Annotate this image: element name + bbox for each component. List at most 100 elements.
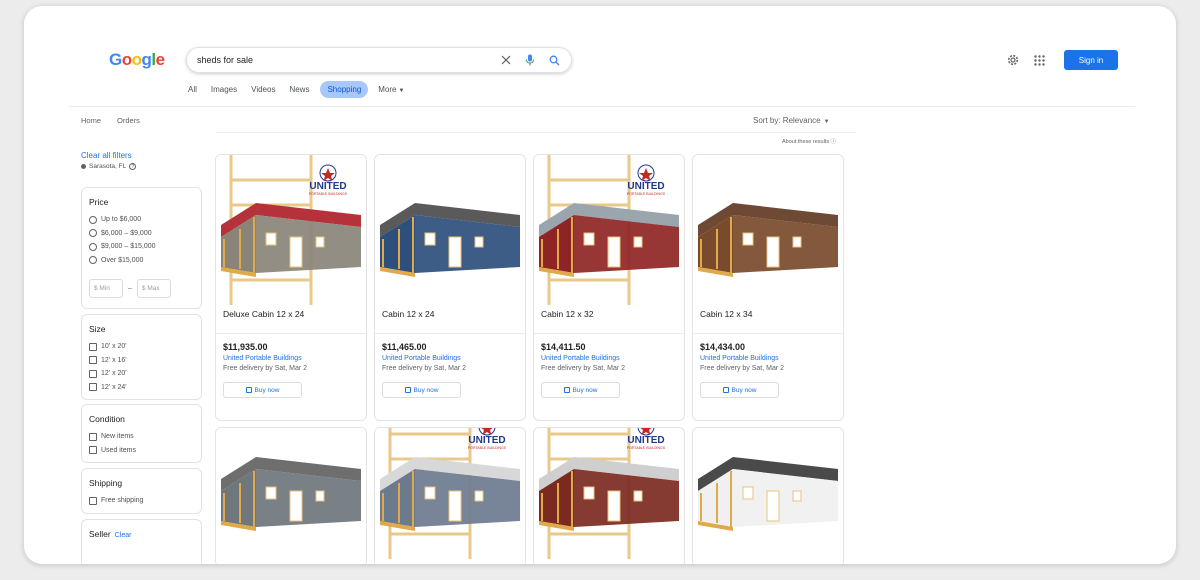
brand-badge: UNITED PORTABLE BUILDINGS (309, 164, 348, 196)
product-image[interactable] (375, 155, 525, 333)
header-actions: Sign in (1006, 50, 1118, 70)
condition-option[interactable]: Used items (89, 444, 194, 458)
product-card[interactable] (215, 427, 367, 564)
price-option[interactable]: Up to $6,000 (89, 213, 194, 227)
price-option[interactable]: $9,000 – $15,000 (89, 240, 194, 254)
product-price: $14,411.50 (541, 342, 586, 352)
product-card[interactable] (692, 427, 844, 564)
seller-filter: Seller Clear (81, 519, 202, 564)
product-image[interactable]: UNITED PORTABLE BUILDINGS (534, 428, 684, 564)
condition-option-label: Used items (101, 446, 137, 454)
product-image[interactable]: UNITED PORTABLE BUILDINGS (534, 155, 684, 333)
svg-text:UNITED: UNITED (627, 181, 664, 192)
size-filter-title: Size (89, 324, 106, 334)
checkbox[interactable] (89, 342, 97, 351)
product-seller-link[interactable]: United Portable Buildings (700, 355, 836, 362)
google-logo[interactable]: Google (109, 50, 165, 70)
checkbox[interactable] (89, 383, 97, 392)
size-option[interactable]: 12' x 20' (89, 367, 194, 381)
price-range: $ Min – $ Max (89, 279, 194, 298)
tab-videos[interactable]: Videos (251, 81, 275, 98)
clear-icon[interactable] (499, 53, 513, 67)
product-image[interactable] (216, 428, 366, 564)
search-input[interactable] (197, 55, 489, 65)
search-icon[interactable] (547, 53, 561, 67)
product-card[interactable]: Cabin 12 x 24 $11,465.00 United Portable… (374, 154, 526, 421)
size-option[interactable]: 10' x 20' (89, 340, 194, 354)
svg-text:PORTABLE BUILDINGS: PORTABLE BUILDINGS (468, 446, 507, 450)
microphone-icon[interactable] (523, 53, 537, 67)
shed-image-icon: UNITED PORTABLE BUILDINGS (539, 155, 679, 305)
tab-news[interactable]: News (289, 81, 309, 98)
caret-down-icon: ▼ (398, 88, 405, 94)
browser-frame: Google All Images Videos News Shopping M… (24, 6, 1176, 564)
shopping-bag-icon (404, 387, 411, 393)
tab-shopping[interactable]: Shopping (320, 81, 369, 98)
checkbox[interactable] (89, 356, 97, 365)
product-image[interactable]: UNITED PORTABLE BUILDINGS (216, 155, 366, 333)
help-icon[interactable]: ? (129, 163, 137, 170)
svg-text:PORTABLE BUILDINGS: PORTABLE BUILDINGS (627, 192, 666, 196)
shipping-option[interactable]: Free shipping (89, 494, 194, 508)
home-link[interactable]: Home (81, 116, 101, 125)
location-indicator: Sarasota, FL ? (81, 163, 137, 170)
gear-icon[interactable] (1006, 53, 1020, 67)
apps-grid-icon[interactable] (1032, 53, 1046, 67)
sort-dropdown[interactable]: Sort by: Relevance ▼ (753, 116, 830, 125)
shed-image-icon: UNITED PORTABLE BUILDINGS (539, 428, 679, 559)
product-card[interactable]: UNITED PORTABLE BUILDINGS Cabin 12 x 32 … (533, 154, 685, 421)
product-card[interactable]: UNITED PORTABLE BUILDINGS (533, 427, 685, 564)
max-price-input[interactable]: $ Max (136, 279, 171, 298)
radio-button[interactable] (89, 229, 97, 238)
brand-badge: UNITED PORTABLE BUILDINGS (468, 428, 507, 450)
buy-now-button[interactable]: Buy now (700, 382, 779, 398)
price-filter-title: Price (89, 197, 109, 207)
size-option[interactable]: 12' x 16' (89, 354, 194, 368)
search-box[interactable] (186, 47, 572, 73)
shipping-option-label: Free shipping (101, 497, 144, 505)
product-card[interactable]: Cabin 12 x 34 $14,434.00 United Portable… (692, 154, 844, 421)
product-seller-link[interactable]: United Portable Buildings (223, 355, 359, 362)
results-divider (216, 132, 856, 133)
sign-in-button[interactable]: Sign in (1064, 50, 1118, 70)
product-seller-link[interactable]: United Portable Buildings (382, 355, 518, 362)
product-card[interactable]: UNITED PORTABLE BUILDINGS Deluxe Cabin 1… (215, 154, 367, 421)
min-price-input[interactable]: $ Min (89, 279, 123, 298)
search-tabs: All Images Videos News Shopping More ▼ (188, 81, 418, 98)
buy-now-button[interactable]: Buy now (541, 382, 620, 398)
shed-image-icon (698, 203, 838, 277)
product-image[interactable] (693, 155, 843, 333)
about-results-link[interactable]: About these results ⓘ (782, 137, 836, 145)
tab-all[interactable]: All (188, 81, 197, 98)
product-image[interactable]: UNITED PORTABLE BUILDINGS (375, 428, 525, 564)
checkbox[interactable] (89, 369, 97, 378)
sort-label: Sort by: Relevance (753, 116, 821, 125)
product-image[interactable] (693, 428, 843, 564)
radio-button[interactable] (89, 242, 97, 251)
price-option[interactable]: $6,000 – $9,000 (89, 227, 194, 241)
checkbox[interactable] (89, 496, 97, 505)
tab-more[interactable]: More ▼ (378, 81, 404, 98)
orders-link[interactable]: Orders (117, 116, 140, 125)
product-seller-link[interactable]: United Portable Buildings (541, 355, 677, 362)
seller-clear-link[interactable]: Clear (115, 532, 132, 539)
size-option-label: 12' x 16' (101, 356, 127, 364)
price-filter: Price Up to $6,000 $6,000 – $9,000 $9,00… (81, 187, 202, 309)
radio-button[interactable] (89, 215, 97, 224)
svg-text:PORTABLE BUILDINGS: PORTABLE BUILDINGS (309, 192, 348, 196)
size-option[interactable]: 12' x 24' (89, 381, 194, 395)
buy-now-button[interactable]: Buy now (223, 382, 302, 398)
product-card[interactable]: UNITED PORTABLE BUILDINGS (374, 427, 526, 564)
product-info: $14,411.50 United Portable Buildings Fre… (534, 333, 684, 420)
tab-more-label: More (378, 85, 397, 94)
price-option[interactable]: Over $15,000 (89, 254, 194, 268)
tab-images[interactable]: Images (211, 81, 237, 98)
radio-button[interactable] (89, 256, 97, 265)
price-option-label: $9,000 – $15,000 (101, 243, 156, 251)
buy-now-button[interactable]: Buy now (382, 382, 461, 398)
checkbox[interactable] (89, 446, 97, 455)
condition-option[interactable]: New items (89, 430, 194, 444)
buy-now-label: Buy now (731, 386, 757, 394)
checkbox[interactable] (89, 432, 97, 441)
clear-all-filters-link[interactable]: Clear all filters (81, 151, 132, 160)
